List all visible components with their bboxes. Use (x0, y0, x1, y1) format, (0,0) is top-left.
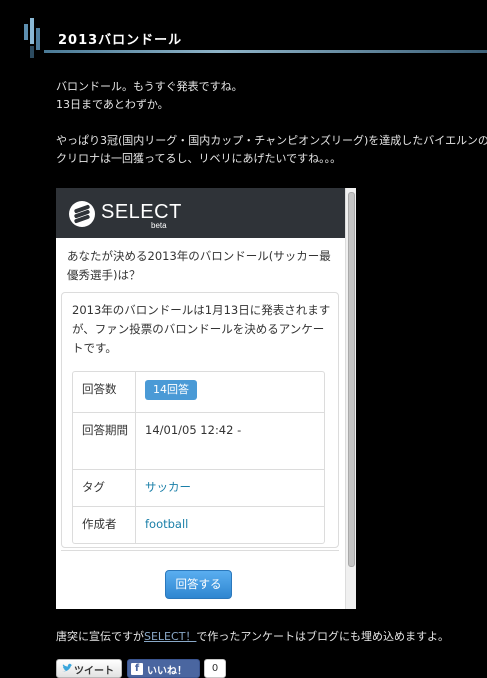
post-title[interactable]: 2013バロンドール (58, 29, 182, 48)
survey-description: 2013年のバロンドールは1月13日に発表されますが、ファン投票のバロンドールを… (72, 303, 331, 355)
period-value: 14/01/05 12:42 - (145, 423, 242, 437)
title-divider (44, 50, 487, 53)
survey-question[interactable]: あなたが決める2013年のバロンドール(サッカー最優秀選手)は？ (67, 247, 337, 285)
table-row: タグ サッカー (73, 469, 324, 506)
facebook-icon: f (131, 663, 143, 675)
post-line: バロンドール。もうすぐ発表ですね。 (56, 80, 243, 93)
table-row: 回答数 14回答 (73, 372, 324, 412)
responses-label: 回答数 (73, 372, 136, 412)
author-label: 作成者 (73, 507, 136, 543)
widget-body: あなたが決める2013年のバロンドール(サッカー最優秀選手)は？ 2013年のバ… (56, 238, 345, 609)
promo-text: 唐突に宣伝ですがSELECT！で作ったアンケートはブログにも埋め込めますよ。 (56, 630, 449, 643)
table-row: 作成者 football (73, 506, 324, 543)
widget-header: SELECT beta (56, 188, 345, 238)
widget-scrollbar[interactable] (345, 188, 356, 609)
tag-label: タグ (73, 470, 136, 506)
like-label: いいね！ (147, 666, 187, 677)
tag-link[interactable]: サッカー (136, 470, 324, 506)
twitter-bird-icon (62, 663, 73, 672)
post-line: やっぱり3冠(国内リーグ・国内カップ・チャンピオンズリーグ)を達成したバイエルン… (56, 134, 487, 147)
survey-widget: SELECT beta あなたが決める2013年のバロンドール(サッカー最優秀選… (56, 188, 356, 609)
panel-footer: 回答する (61, 550, 339, 604)
select-logo-icon (69, 201, 95, 227)
beta-label: beta (151, 221, 167, 230)
select-link[interactable]: SELECT！ (144, 630, 196, 643)
like-count: 0 (204, 659, 226, 678)
survey-panel: 2013年のバロンドールは1月13日に発表されますが、ファン投票のバロンドールを… (61, 292, 339, 548)
answer-button[interactable]: 回答する (165, 570, 232, 599)
post-line: 13日まであとわずか。 (56, 98, 169, 111)
response-count-badge[interactable]: 14回答 (145, 380, 197, 400)
period-label: 回答期間 (73, 413, 136, 469)
equalizer-icon (22, 18, 44, 58)
like-button[interactable]: f いいね！ (127, 659, 200, 678)
tweet-label: ツイート (74, 666, 114, 677)
select-logo-text[interactable]: SELECT (101, 201, 182, 224)
blog-header: 2013バロンドール (0, 0, 487, 58)
post-line: クリロナは一回獲ってるし、リベリにあげたいですね。。。 (56, 152, 342, 165)
post-body: バロンドール。もうすぐ発表ですね。 13日まであとわずか。 やっぱり3冠(国内リ… (56, 78, 487, 168)
scroll-thumb[interactable] (348, 192, 355, 567)
survey-info-table: 回答数 14回答 回答期間 14/01/05 12:42 - タグ サッカー 作… (72, 371, 325, 544)
tweet-button[interactable]: ツイート (56, 659, 122, 678)
table-row: 回答期間 14/01/05 12:42 - (73, 412, 324, 469)
author-link[interactable]: football (136, 507, 324, 543)
